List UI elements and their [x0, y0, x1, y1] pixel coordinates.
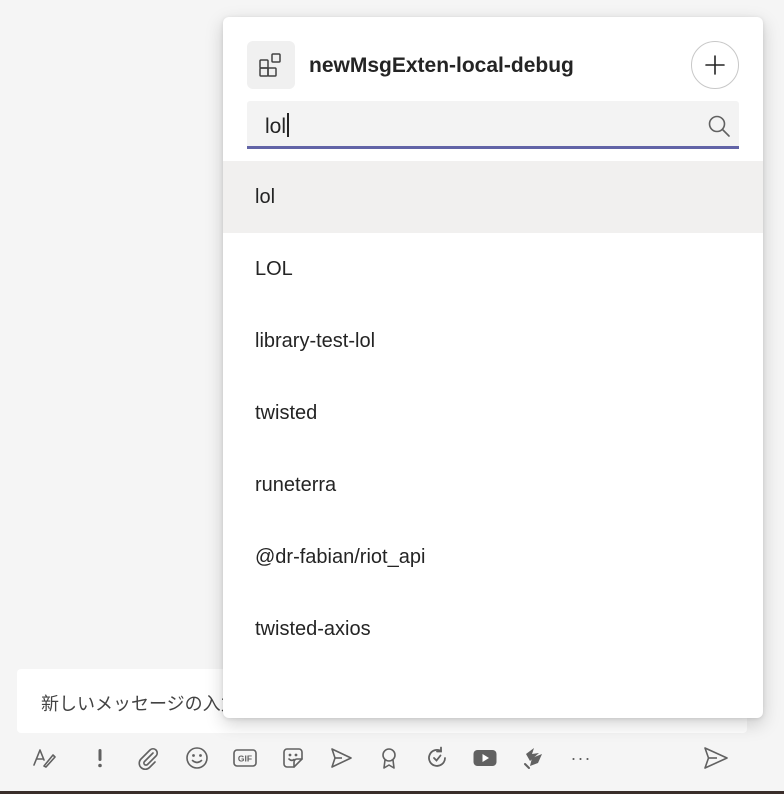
result-label: library-test-lol	[255, 329, 376, 352]
result-item[interactable]: twisted	[223, 377, 763, 449]
result-item[interactable]: lol	[223, 161, 763, 233]
attach-icon[interactable]	[128, 738, 168, 778]
emoji-icon[interactable]	[177, 738, 217, 778]
search-input[interactable]: lol	[247, 101, 739, 149]
result-item[interactable]: LOL	[223, 233, 763, 305]
search-icon[interactable]	[707, 114, 731, 138]
important-icon[interactable]	[80, 738, 120, 778]
extension-icon[interactable]	[513, 738, 553, 778]
result-label: @dr-fabian/riot_api	[255, 545, 426, 568]
format-icon[interactable]	[24, 738, 64, 778]
result-label: LOL	[255, 257, 293, 280]
compose-placeholder: 新しいメッセージの入力	[41, 694, 239, 714]
send-button[interactable]	[696, 738, 736, 778]
result-item[interactable]: twisted-axios	[223, 593, 763, 665]
loop-icon[interactable]	[417, 738, 457, 778]
plus-icon	[705, 55, 725, 75]
result-label: twisted	[255, 401, 318, 424]
result-item[interactable]: @dr-fabian/riot_api	[223, 521, 763, 593]
search-results-list: lol LOL library-test-lol twisted runeter…	[223, 161, 763, 665]
result-label: runeterra	[255, 473, 337, 496]
app-icon	[247, 41, 295, 89]
app-title: newMsgExten-local-debug	[309, 54, 574, 77]
gif-icon[interactable]: GIF	[225, 738, 265, 778]
add-button[interactable]	[691, 41, 739, 89]
more-options-icon[interactable]: ···	[561, 738, 601, 778]
text-caret	[287, 113, 290, 137]
sticker-icon[interactable]	[273, 738, 313, 778]
search-value: lol	[265, 113, 290, 139]
video-icon[interactable]	[465, 738, 505, 778]
praise-icon[interactable]	[369, 738, 409, 778]
meet-now-icon[interactable]	[321, 738, 361, 778]
result-item[interactable]: runeterra	[223, 449, 763, 521]
result-label: lol	[255, 185, 276, 208]
message-extension-popup: newMsgExten-local-debug lol lol LOL libr…	[223, 17, 763, 718]
result-item[interactable]: library-test-lol	[223, 305, 763, 377]
result-label: twisted-axios	[255, 617, 371, 640]
compose-toolbar: GIF ···	[28, 738, 748, 778]
svg-text:GIF: GIF	[238, 754, 252, 764]
chat-page: 新しいメッセージの入力 GIF ··· newMsgExten-local-de…	[0, 0, 784, 794]
